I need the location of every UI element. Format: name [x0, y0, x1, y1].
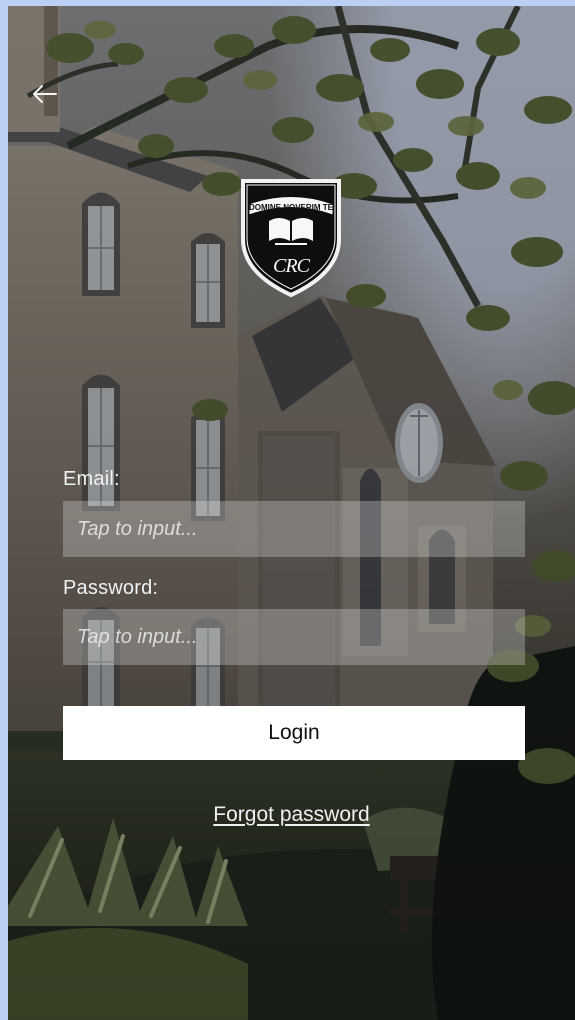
login-button[interactable]: Login [63, 706, 525, 760]
school-crest-logo: DOMINE NOVERIM TE CRC [241, 179, 341, 298]
arrow-left-icon [33, 85, 57, 103]
email-field[interactable] [63, 501, 525, 557]
logo-monogram: CRC [273, 255, 311, 277]
password-field[interactable] [63, 609, 525, 665]
email-label: Email: [63, 468, 120, 490]
logo-motto: DOMINE NOVERIM TE [249, 203, 334, 212]
forgot-password-link[interactable]: Forgot password [8, 803, 575, 827]
back-button[interactable] [28, 78, 60, 110]
login-screen: DOMINE NOVERIM TE CRC Email: Password: L… [8, 6, 575, 1020]
password-label: Password: [63, 577, 159, 599]
